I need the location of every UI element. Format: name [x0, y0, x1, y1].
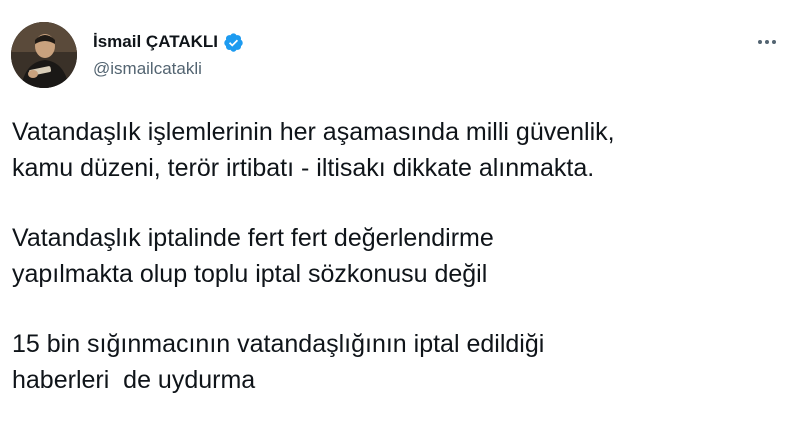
author-display-name[interactable]: İsmail ÇATAKLI [93, 32, 218, 52]
tweet-card: İsmail ÇATAKLI @ismailcatakli Vatandaşlı… [0, 0, 800, 431]
more-dot [772, 40, 776, 44]
tweet-text-line: Vatandaşlık işlemlerinin her aşamasında … [12, 118, 615, 146]
tweet-paragraph: Vatandaşlık işlemlerinin her aşamasında … [12, 114, 792, 186]
author-handle[interactable]: @ismailcatakli [93, 59, 202, 79]
tweet-paragraph: 15 bin sığınmacının vatandaşlığının ipta… [12, 326, 792, 398]
more-dot [758, 40, 762, 44]
tweet-text-line: Vatandaşlık iptalinde fert fert değerlen… [12, 224, 494, 252]
tweet-text-line: kamu düzeni, terör irtibatı - iltisakı d… [12, 154, 595, 182]
more-horizontal-icon[interactable] [752, 30, 782, 54]
verified-badge-icon [223, 32, 244, 53]
tweet-text-line: 15 bin sığınmacının vatandaşlığının ipta… [12, 330, 545, 358]
tweet-paragraph: Vatandaşlık iptalinde fert fert değerlen… [12, 220, 792, 292]
tweet-text-line: haberleri de uydurma [12, 366, 256, 394]
tweet-text-line: yapılmakta olup toplu iptal sözkonusu de… [12, 260, 488, 288]
author-name-row: İsmail ÇATAKLI [93, 31, 244, 53]
avatar-photo-icon [11, 22, 77, 88]
author-avatar[interactable] [11, 22, 77, 88]
tweet-text: Vatandaşlık işlemlerinin her aşamasında … [12, 114, 792, 432]
more-dot [765, 40, 769, 44]
